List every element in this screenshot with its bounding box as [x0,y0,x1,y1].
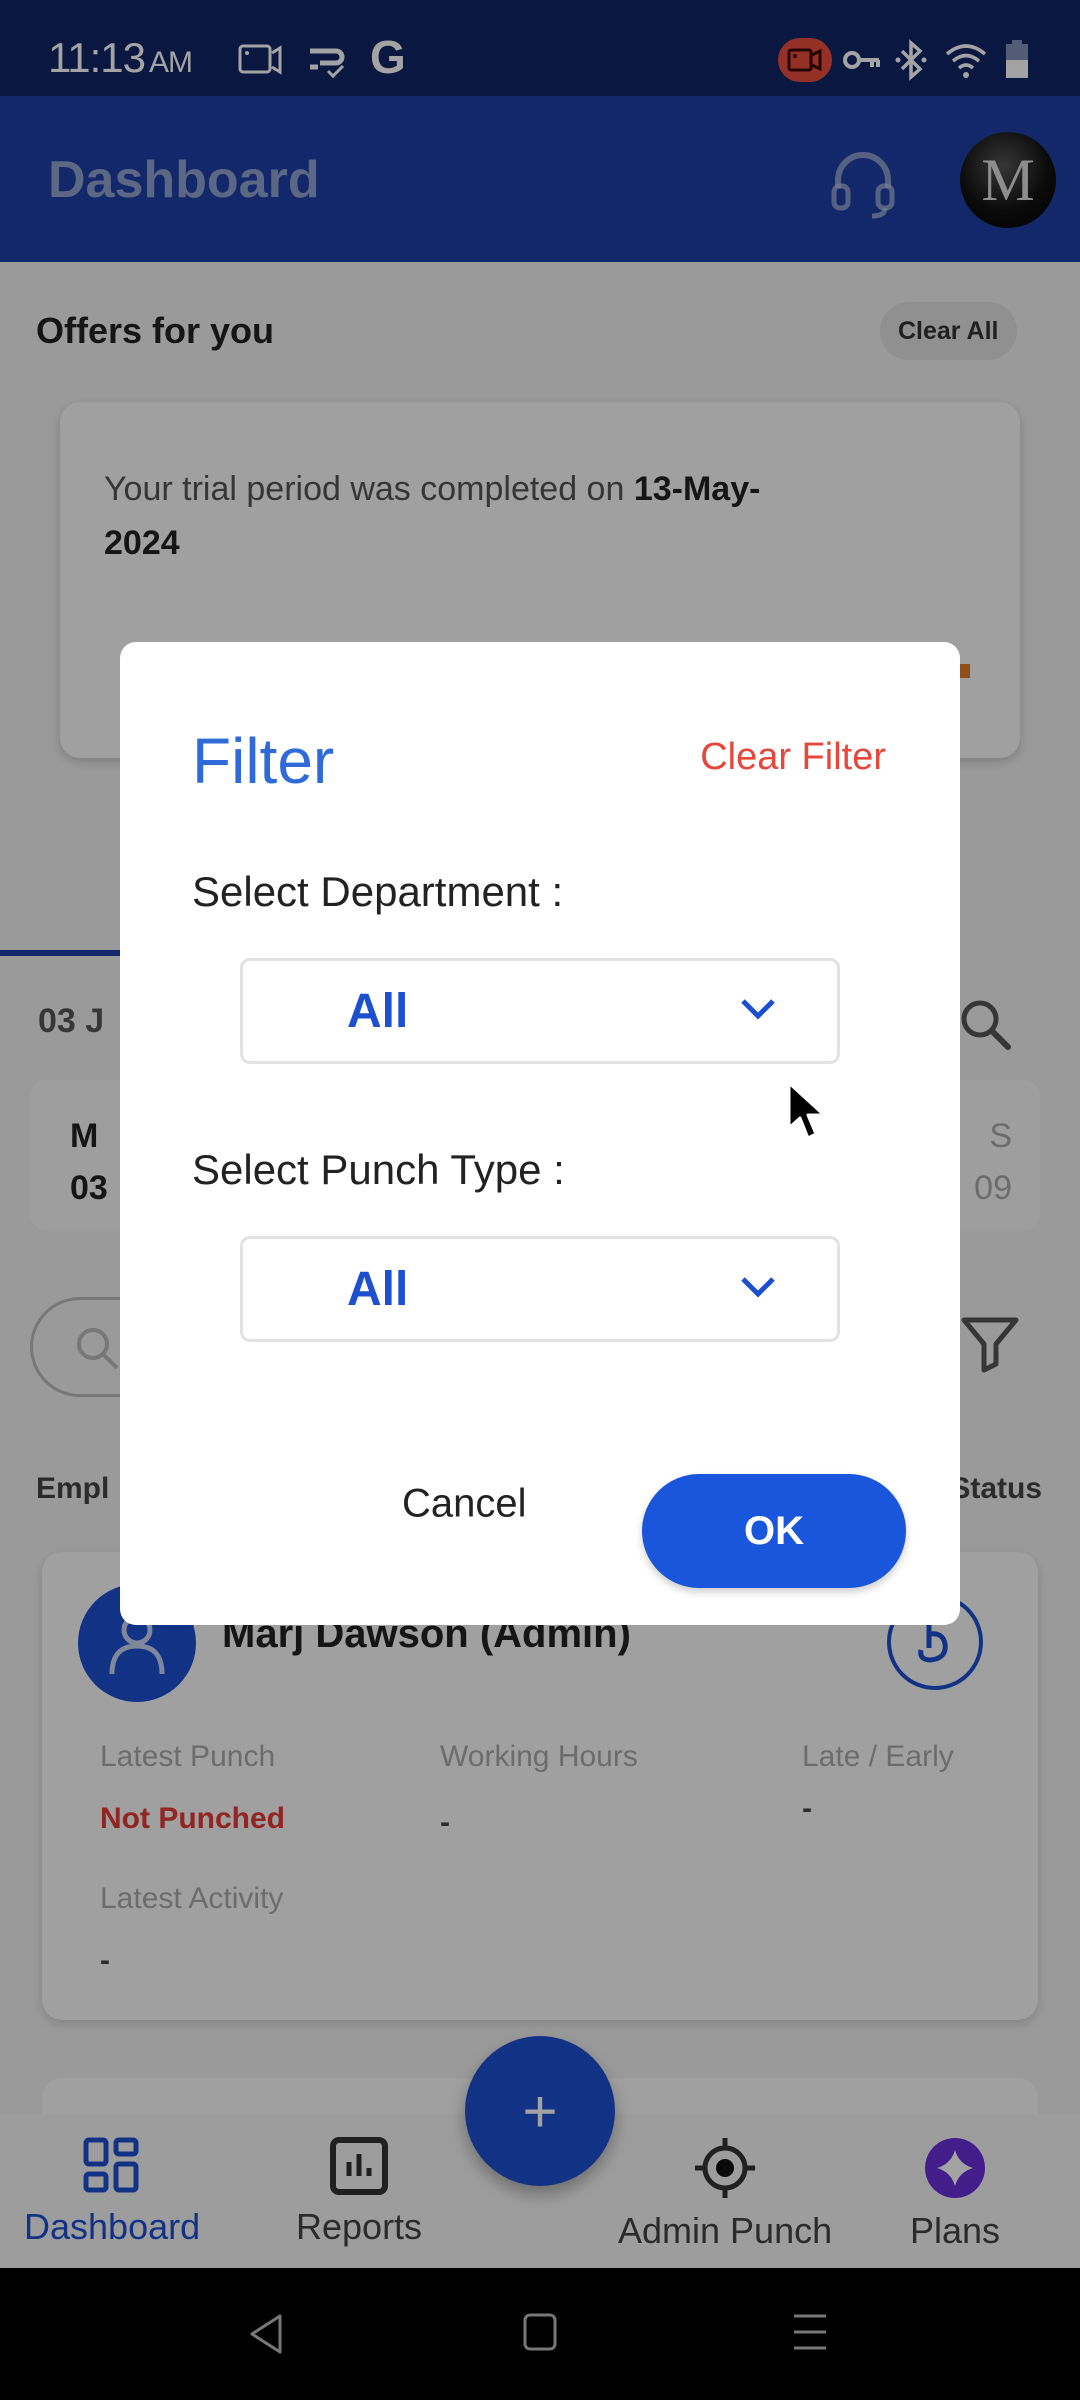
department-value: All [347,984,409,1038]
punch-type-value: All [347,1262,409,1316]
punch-type-select[interactable]: All [240,1236,840,1342]
punch-type-label: Select Punch Type : [192,1146,565,1193]
ok-button[interactable]: OK [642,1474,906,1588]
chevron-down-icon [739,1275,777,1304]
home-icon[interactable] [522,2312,558,2357]
mouse-cursor-icon [786,1080,830,1149]
recents-menu-icon[interactable] [790,2312,830,2357]
department-select[interactable]: All [240,958,840,1064]
system-navigation-bar [0,2268,1080,2400]
back-icon[interactable] [246,2312,286,2361]
cancel-button[interactable]: Cancel [402,1482,527,1527]
chevron-down-icon [739,997,777,1026]
dialog-title: Filter [192,725,335,797]
filter-dialog: Filter Clear Filter Select Department : … [120,642,960,1625]
clear-filter-button[interactable]: Clear Filter [700,736,886,779]
department-label: Select Department : [192,868,564,915]
